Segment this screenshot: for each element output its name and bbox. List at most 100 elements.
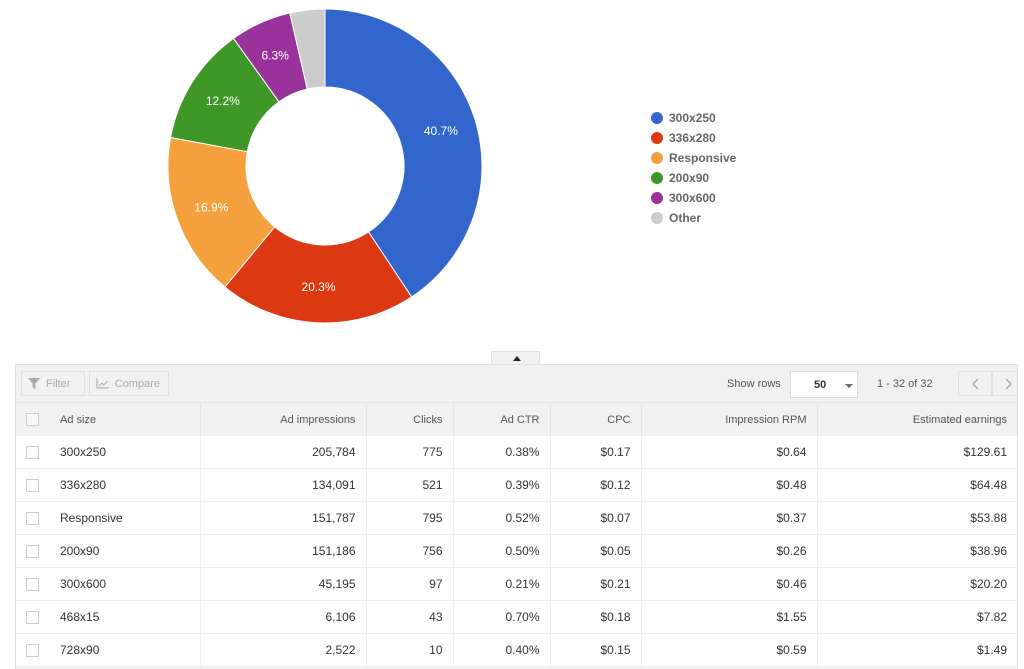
slice-label: 6.3% [262,49,290,63]
cell-impression-rpm: $1.55 [641,600,818,634]
cell-cpc: $0.18 [550,600,642,634]
next-page-button[interactable] [992,371,1017,396]
previous-page-button[interactable] [958,371,992,396]
slice-label: 40.7% [424,124,458,138]
legend-color-swatch [651,192,663,204]
legend-color-swatch [651,112,663,124]
table-row[interactable]: 468x15 6,106 43 0.70% $0.18 $1.55 $7.82 [16,600,1017,634]
cell-ad-ctr: 0.52% [453,501,551,535]
cell-ad-impressions: 134,091 [200,468,367,502]
row-select-cell [16,600,52,634]
table-row[interactable]: 728x90 2,522 10 0.40% $0.15 $0.59 $1.49 [16,633,1017,667]
row-checkbox[interactable] [26,545,39,559]
cell-ad-ctr: 0.40% [453,633,551,667]
compare-button[interactable]: Compare [89,371,169,396]
select-all-cell [16,402,52,436]
cell-cpc: $0.15 [550,633,642,667]
table-row[interactable]: 336x280 134,091 521 0.39% $0.12 $0.48 $64.48 [16,468,1017,502]
cell-ad-ctr: 0.38% [453,436,551,469]
legend-item[interactable]: Responsive [651,148,736,168]
cell-ad-impressions: 6,106 [200,600,367,634]
cell-ad-impressions: 151,186 [200,534,367,568]
triangle-up-icon [513,356,521,361]
cell-ad-ctr: 0.50% [453,534,551,568]
cell-clicks: 97 [366,567,454,601]
cell-ad-size: 336x280 [52,468,201,502]
table-row[interactable]: Responsive 151,787 795 0.52% $0.07 $0.37 $53.8… [16,501,1017,535]
collapse-chart-toggle[interactable] [491,351,540,365]
cell-clicks: 10 [366,633,454,667]
cell-ad-size: 300x600 [52,567,201,601]
row-select-cell [16,534,52,568]
table-toolbar: Filter Compare Show rows 50 1 - 32 of 32 [16,365,1017,402]
column-header-clicks[interactable]: Clicks [366,402,454,436]
cell-ad-ctr: 0.39% [453,468,551,502]
cell-estimated-earnings: $7.82 [817,600,1017,634]
cell-cpc: $0.17 [550,436,642,469]
cell-clicks: 795 [366,501,454,535]
slice-label: 12.2% [206,94,240,108]
legend-item[interactable]: 300x600 [651,188,736,208]
legend-label: 200x90 [669,171,710,185]
row-checkbox[interactable] [26,446,39,460]
cell-ad-impressions: 205,784 [200,436,367,469]
filter-button[interactable]: Filter [21,371,85,396]
column-header-ad-impressions[interactable]: Ad impressions [200,402,367,436]
cell-cpc: $0.05 [550,534,642,568]
column-header-ad-ctr[interactable]: Ad CTR [453,402,551,436]
row-select-cell [16,501,52,535]
rows-per-page-select[interactable]: 50 [790,371,858,398]
cell-clicks: 43 [366,600,454,634]
select-all-checkbox[interactable] [26,413,39,426]
cell-estimated-earnings: $53.88 [817,501,1017,535]
row-checkbox[interactable] [26,479,39,493]
legend-item[interactable]: 200x90 [651,168,736,188]
table-header-row: Ad size Ad impressions Clicks Ad CTR CPC… [16,402,1017,436]
cell-estimated-earnings: $129.61 [817,436,1017,469]
pagination-range: 1 - 32 of 32 [877,378,933,390]
row-checkbox[interactable] [26,611,39,625]
row-checkbox[interactable] [26,578,39,592]
row-select-cell [16,436,52,469]
row-select-cell [16,567,52,601]
cell-ad-size: 300x250 [52,436,201,469]
row-checkbox[interactable] [26,644,39,658]
cell-ad-size: 468x15 [52,600,201,634]
legend-color-swatch [651,152,663,164]
table-row[interactable]: 200x90 151,186 756 0.50% $0.05 $0.26 $38.96 [16,534,1017,568]
cell-ad-impressions: 151,787 [200,501,367,535]
cell-clicks: 756 [366,534,454,568]
column-header-impression-rpm[interactable]: Impression RPM [641,402,818,436]
cell-cpc: $0.07 [550,501,642,535]
compare-label: Compare [114,377,160,390]
rows-per-page-value: 50 [814,379,827,391]
cell-clicks: 521 [366,468,454,502]
cell-estimated-earnings: $38.96 [817,534,1017,568]
table-row[interactable]: 300x600 45,195 97 0.21% $0.21 $0.46 $20.20 [16,567,1017,601]
filter-icon [28,378,40,389]
chart-legend: 300x250 336x280 Responsive 200x90 300x600 Oth… [651,108,736,228]
legend-item[interactable]: 300x250 [651,108,736,128]
legend-color-swatch [651,172,663,184]
cell-ad-ctr: 0.21% [453,567,551,601]
row-select-cell [16,468,52,502]
slice-label: 16.9% [194,200,228,214]
legend-item[interactable]: 336x280 [651,128,736,148]
column-header-ad-size[interactable]: Ad size [52,402,201,436]
legend-color-swatch [651,212,663,224]
cell-ad-ctr: 0.70% [453,600,551,634]
chevron-down-icon [845,384,853,388]
column-header-cpc[interactable]: CPC [550,402,642,436]
legend-item[interactable]: Other [651,208,736,228]
column-header-estimated-earnings[interactable]: Estimated earnings [817,402,1017,436]
legend-color-swatch [651,132,663,144]
cell-impression-rpm: $0.64 [641,436,818,469]
cell-ad-impressions: 2,522 [200,633,367,667]
row-checkbox[interactable] [26,512,39,526]
donut-chart: 40.7% 20.3% 16.9% 12.2% 6.3% [167,8,483,324]
cell-ad-size: 200x90 [52,534,201,568]
cell-impression-rpm: $0.37 [641,501,818,535]
table-row[interactable]: 300x250 205,784 775 0.38% $0.17 $0.64 $129.61 [16,436,1017,469]
legend-label: 300x250 [669,111,716,125]
cell-cpc: $0.21 [550,567,642,601]
